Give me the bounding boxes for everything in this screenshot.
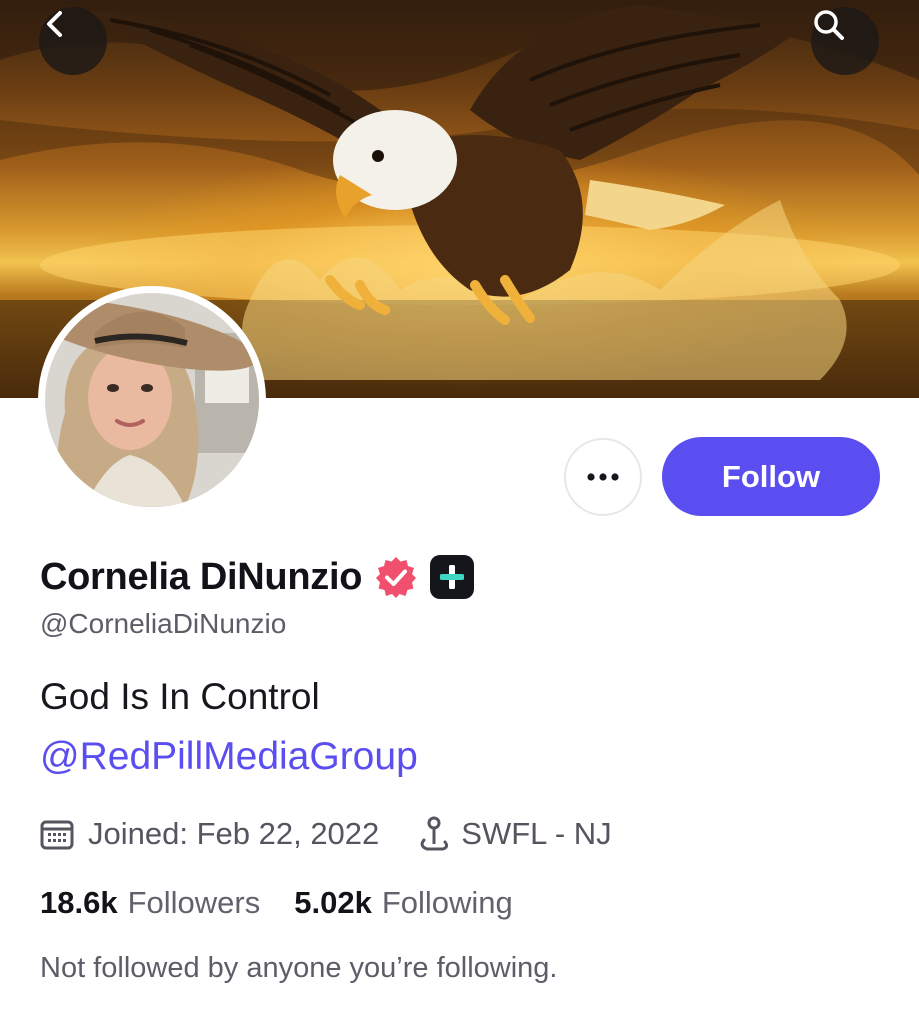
mutual-followers-text: Not followed by anyone you’re following.	[40, 952, 558, 984]
chevron-left-icon	[47, 11, 62, 37]
joined-date: Joined: Feb 22, 2022	[88, 816, 380, 851]
avatar[interactable]	[38, 286, 266, 514]
plus-badge-icon	[430, 555, 475, 599]
following-label: Following	[381, 885, 513, 920]
followers-label: Followers	[127, 885, 261, 920]
location-text: SWFL - NJ	[461, 816, 612, 851]
following-stat[interactable]: 5.02k Following	[294, 885, 513, 921]
follow-button[interactable]: Follow	[662, 437, 880, 516]
calendar-icon	[40, 818, 74, 850]
location-pin-icon	[417, 816, 451, 852]
avatar-photo	[45, 293, 259, 507]
verified-badge-icon	[376, 557, 417, 598]
name-row: Cornelia DiNunzio	[40, 553, 475, 601]
profile-meta: Joined: Feb 22, 2022 SWFL - NJ	[40, 812, 612, 856]
back-button[interactable]	[39, 7, 107, 75]
followers-stat[interactable]: 18.6k Followers	[40, 885, 260, 921]
following-count: 5.02k	[294, 885, 372, 920]
display-name: Cornelia DiNunzio	[40, 555, 363, 598]
followers-count: 18.6k	[40, 885, 118, 920]
search-icon	[814, 10, 844, 40]
follow-stats: 18.6k Followers 5.02k Following	[40, 881, 513, 925]
bio-text: God Is In Control	[40, 676, 320, 717]
search-button[interactable]	[811, 7, 879, 75]
more-horizontal-icon	[587, 473, 619, 481]
username-handle: @CorneliaDiNunzio	[40, 608, 287, 639]
bio-mention-link[interactable]: @RedPillMediaGroup	[40, 735, 418, 779]
more-options-button[interactable]	[564, 438, 642, 516]
